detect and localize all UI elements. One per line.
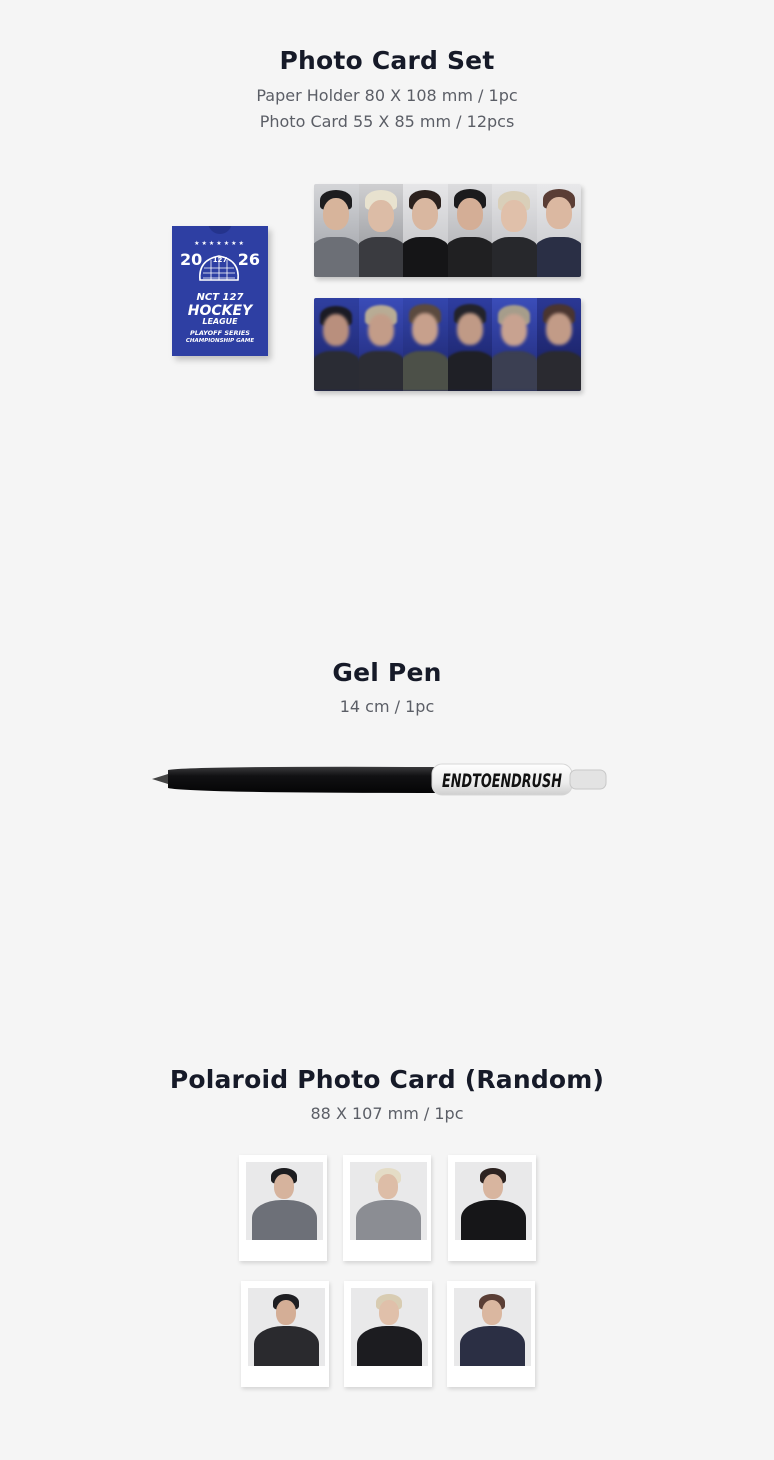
pen-clip-text: ENDTOENDRUSH bbox=[442, 770, 562, 792]
polaroid-photo bbox=[248, 1288, 325, 1366]
photo-card bbox=[536, 184, 581, 277]
photo-card bbox=[536, 298, 581, 391]
photo-card-back-strip bbox=[314, 298, 581, 391]
polaroid-card bbox=[241, 1281, 329, 1387]
photo-card bbox=[358, 184, 403, 277]
polaroid-card bbox=[343, 1155, 431, 1261]
paper-holder-spec: Paper Holder 80 X 108 mm / 1pc bbox=[256, 86, 518, 105]
polaroid-photo bbox=[350, 1162, 427, 1240]
photo-card bbox=[403, 298, 448, 391]
photo-card bbox=[358, 298, 403, 391]
holder-line-3: LEAGUE bbox=[202, 317, 238, 326]
paper-holder-image: ★★★★★★★ 20 26 127 NCT 127 HOCKEY LEAGUE … bbox=[172, 226, 268, 356]
polaroid-card bbox=[344, 1281, 432, 1387]
polaroid-spec: 88 X 107 mm / 1pc bbox=[310, 1104, 464, 1123]
gel-pen-spec: 14 cm / 1pc bbox=[339, 697, 435, 716]
polaroid-photo bbox=[351, 1288, 428, 1366]
photo-card-front-strip bbox=[314, 184, 581, 277]
product-detail-page: { "photo_card_set": { "title": "Photo Ca… bbox=[0, 0, 774, 1460]
holder-line-2: HOCKEY bbox=[187, 303, 253, 319]
polaroid-photo bbox=[455, 1162, 532, 1240]
photo-card-spec: Photo Card 55 X 85 mm / 12pcs bbox=[259, 112, 515, 131]
holder-helmet-number: 127 bbox=[212, 256, 228, 264]
gel-pen-title: Gel Pen bbox=[332, 658, 442, 687]
polaroid-card bbox=[239, 1155, 327, 1261]
photo-card-set-title: Photo Card Set bbox=[279, 46, 495, 75]
photo-card bbox=[447, 184, 492, 277]
polaroid-photo bbox=[454, 1288, 531, 1366]
polaroid-title: Polaroid Photo Card (Random) bbox=[169, 1065, 605, 1094]
photo-card bbox=[492, 298, 537, 391]
polaroid-photo bbox=[246, 1162, 323, 1240]
holder-line-5: CHAMPIONSHIP GAME bbox=[185, 338, 255, 344]
stars-decoration: ★★★★★★★ bbox=[194, 240, 246, 247]
photo-card bbox=[492, 184, 537, 277]
photo-card bbox=[314, 184, 359, 277]
photo-card bbox=[447, 298, 492, 391]
holder-line-4: PLAYOFF SERIES bbox=[189, 329, 250, 337]
photo-card bbox=[314, 298, 359, 391]
photo-card bbox=[403, 184, 448, 277]
gel-pen-image: ENDTOENDRUSH bbox=[152, 763, 607, 796]
holder-notch bbox=[208, 226, 232, 234]
holder-line-1: NCT 127 bbox=[196, 292, 244, 303]
polaroid-card bbox=[447, 1281, 535, 1387]
polaroid-card bbox=[448, 1155, 536, 1261]
